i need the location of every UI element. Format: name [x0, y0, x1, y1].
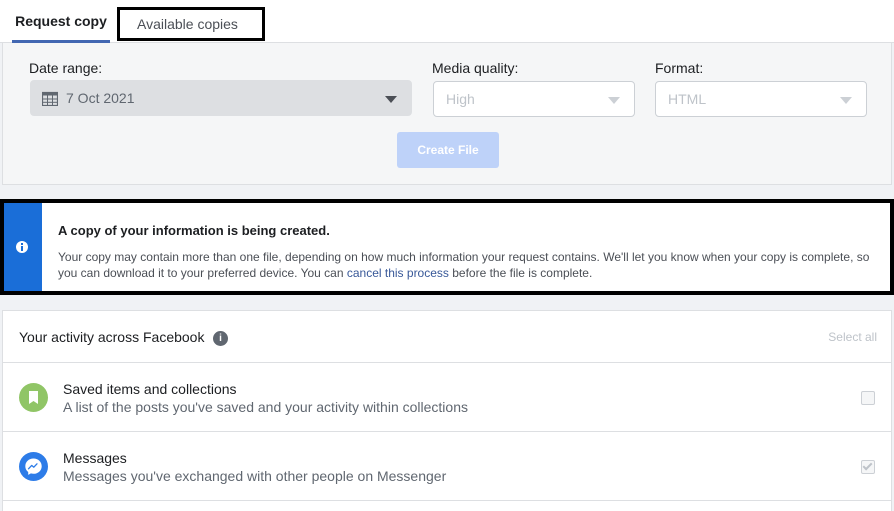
list-item: Messages Messages you've exchanged with …: [3, 432, 891, 501]
info-icon: [16, 241, 28, 253]
notice-title: A copy of your information is being crea…: [58, 223, 330, 238]
tab-request-copy-label: Request copy: [15, 13, 107, 29]
media-quality-value: High: [446, 91, 475, 107]
activity-header: Your activity across Facebook i Select a…: [3, 311, 891, 363]
create-file-button[interactable]: Create File: [397, 132, 499, 168]
list-item-title: Messages: [63, 450, 127, 466]
activity-title: Your activity across Facebook: [19, 329, 205, 345]
calendar-icon: [42, 91, 58, 106]
media-quality-label: Media quality:: [432, 60, 519, 76]
tab-bar: Request copy Available copies: [0, 0, 894, 43]
format-value: HTML: [668, 91, 707, 107]
date-range-select[interactable]: 7 Oct 2021: [30, 80, 412, 116]
messenger-icon: [19, 452, 48, 481]
media-quality-select[interactable]: High: [433, 81, 635, 117]
list-item-description: A list of the posts you've saved and you…: [63, 399, 468, 415]
info-notice: A copy of your information is being crea…: [0, 199, 894, 295]
list-item: Saved items and collections A list of th…: [3, 363, 891, 432]
format-label: Format:: [655, 60, 704, 76]
format-select[interactable]: HTML: [655, 81, 867, 117]
saved-items-checkbox[interactable]: [861, 391, 875, 405]
request-form: Date range: Media quality: Format: 7 Oct…: [2, 43, 892, 185]
tab-available-copies[interactable]: Available copies: [117, 7, 265, 41]
tab-request-copy[interactable]: Request copy: [12, 0, 110, 43]
date-range-value: 7 Oct 2021: [66, 90, 135, 106]
list-item-description: Messages you've exchanged with other peo…: [63, 468, 447, 484]
messages-checkbox[interactable]: [861, 460, 875, 474]
tab-available-copies-label: Available copies: [137, 16, 238, 32]
notice-body: Your copy may contain more than one file…: [58, 249, 878, 281]
chevron-down-icon: [385, 96, 397, 103]
activity-panel: Your activity across Facebook i Select a…: [2, 310, 892, 511]
checkmark-icon: [862, 460, 873, 471]
bookmark-icon: [19, 383, 48, 412]
chevron-down-icon: [840, 97, 852, 104]
chevron-down-icon: [608, 97, 620, 104]
notice-accent-bar: [4, 203, 42, 291]
info-icon[interactable]: i: [213, 331, 228, 346]
cancel-process-link[interactable]: cancel this process: [347, 266, 449, 280]
select-all-link[interactable]: Select all: [828, 330, 877, 344]
list-item-title: Saved items and collections: [63, 381, 237, 397]
date-range-label: Date range:: [29, 60, 103, 76]
notice-body-text-end: before the file is complete.: [448, 266, 593, 280]
